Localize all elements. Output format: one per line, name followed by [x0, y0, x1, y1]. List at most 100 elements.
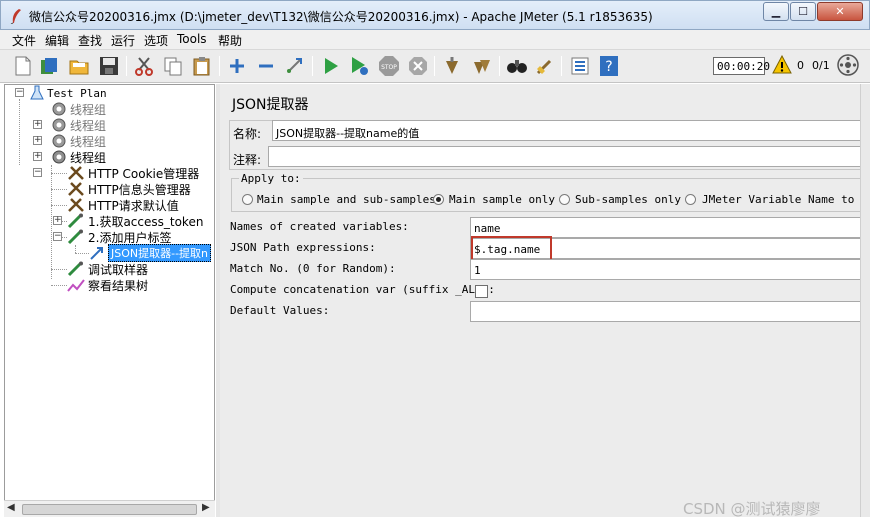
new-button[interactable]: [12, 55, 34, 77]
clear-all-icon: [474, 60, 490, 74]
tree-node-http-defaults[interactable]: HTTP请求默认值: [67, 197, 179, 213]
templates-button[interactable]: [38, 55, 60, 77]
save-button[interactable]: [98, 55, 120, 77]
name-input[interactable]: JSON提取器--提取name的值: [272, 120, 870, 141]
match-no-input[interactable]: 1: [470, 259, 870, 280]
paste-button[interactable]: [191, 55, 213, 77]
active-threads-count: 0/1: [812, 59, 830, 72]
tree-expand-toggle[interactable]: +: [33, 136, 42, 145]
tree-collapse-toggle[interactable]: −: [53, 232, 62, 241]
var-names-input[interactable]: name: [470, 217, 870, 238]
clear-all-button[interactable]: [471, 55, 493, 77]
menu-file[interactable]: 文件: [12, 32, 36, 49]
stop-button[interactable]: STOP: [378, 55, 400, 77]
minimize-icon: ▁: [771, 5, 781, 18]
open-button[interactable]: [68, 55, 90, 77]
radio-sub-only-label: Sub-samples only: [575, 193, 681, 206]
menu-run[interactable]: 运行: [111, 32, 135, 49]
help-button[interactable]: ?: [598, 55, 620, 77]
concat-checkbox[interactable]: [475, 285, 488, 298]
concat-label: Compute concatenation var (suffix _ALL):: [230, 283, 495, 296]
help-icon: ?: [600, 56, 618, 76]
gear-icon: [52, 102, 66, 116]
tree-expand-toggle[interactable]: +: [53, 216, 62, 225]
close-button[interactable]: ✕: [817, 2, 863, 21]
pipette-icon: [67, 213, 83, 229]
toolbar-separator: [561, 56, 562, 76]
start-no-pause-button[interactable]: [349, 55, 371, 77]
menu-options[interactable]: 选项: [144, 32, 168, 49]
maximize-icon: ☐: [798, 5, 808, 18]
tree-node-thread-group[interactable]: 线程组: [51, 117, 106, 133]
cut-button[interactable]: [133, 55, 155, 77]
cut-icon: [135, 57, 153, 76]
tree-node-test-plan[interactable]: Test Plan: [30, 85, 107, 101]
radio-sub-only[interactable]: [559, 194, 570, 205]
default-values-label: Default Values:: [230, 304, 330, 317]
remote-threads-icon[interactable]: [837, 54, 859, 76]
tree-connector: [51, 189, 67, 190]
tree-collapse-toggle[interactable]: −: [15, 88, 24, 97]
tree-horizontal-scrollbar[interactable]: ◀ ▶: [4, 500, 215, 517]
tree-node-cookie-manager[interactable]: HTTP Cookie管理器: [67, 165, 199, 181]
default-values-input[interactable]: [470, 301, 870, 322]
json-path-label: JSON Path expressions:: [230, 241, 376, 254]
tree-node-thread-group[interactable]: 线程组: [51, 133, 106, 149]
window-title: 微信公众号20200316.jmx (D:\jmeter_dev\T132\微信…: [29, 10, 653, 24]
gear-icon: [52, 134, 66, 148]
tree-expand-toggle[interactable]: +: [33, 120, 42, 129]
search-button[interactable]: [506, 55, 528, 77]
toggle-icon: [287, 58, 302, 73]
radio-main-only[interactable]: [433, 194, 444, 205]
gear-icon: [52, 118, 66, 132]
copy-icon: [164, 57, 182, 76]
clear-icon: [446, 57, 458, 74]
toggle-button[interactable]: [284, 55, 306, 77]
warning-icon[interactable]: [772, 55, 792, 75]
tree-connector: [75, 245, 76, 253]
tree-node-thread-group-active[interactable]: 线程组: [51, 149, 106, 165]
comment-label: 注释:: [233, 153, 262, 167]
arrow-icon: [90, 247, 103, 260]
minimize-button[interactable]: ▁: [763, 2, 789, 21]
radio-main-and-sub-label: Main sample and sub-samples: [257, 193, 436, 206]
tree-collapse-toggle[interactable]: −: [33, 168, 42, 177]
shutdown-button[interactable]: [407, 55, 429, 77]
menu-tools[interactable]: Tools: [177, 32, 207, 46]
search-icon: [507, 60, 527, 73]
scroll-right-icon[interactable]: ▶: [202, 502, 210, 513]
tree-node-thread-group[interactable]: 线程组: [51, 101, 106, 117]
expand-button[interactable]: [226, 55, 248, 77]
tree-node-add-user-tag[interactable]: 2.添加用户标签: [67, 229, 171, 245]
tree-node-get-access-token[interactable]: 1.获取access_token: [67, 213, 203, 229]
tools-icon: [68, 182, 84, 196]
start-no-pause-icon: [352, 57, 368, 75]
maximize-button[interactable]: ☐: [790, 2, 816, 21]
tree-node-header-manager[interactable]: HTTP信息头管理器: [67, 181, 191, 197]
tree-node-json-extractor[interactable]: JSON提取器--提取n: [89, 244, 212, 262]
stop-icon: STOP: [379, 56, 399, 76]
comment-input[interactable]: [268, 146, 870, 167]
clear-button[interactable]: [442, 55, 464, 77]
panel-heading: JSON提取器: [232, 97, 309, 113]
scrollbar-thumb[interactable]: [22, 504, 197, 515]
function-helper-button[interactable]: [569, 55, 591, 77]
tree-node-view-results-tree[interactable]: 察看结果树: [67, 277, 148, 293]
gear-icon: [52, 150, 66, 164]
start-button[interactable]: [320, 55, 342, 77]
scroll-left-icon[interactable]: ◀: [7, 502, 15, 513]
panel-vertical-scrollbar[interactable]: [860, 84, 870, 517]
radio-jmeter-variable[interactable]: [685, 194, 696, 205]
collapse-button[interactable]: [255, 55, 277, 77]
tree-expand-toggle[interactable]: +: [33, 152, 42, 161]
menu-search[interactable]: 查找: [78, 32, 102, 49]
radio-main-and-sub[interactable]: [242, 194, 253, 205]
svg-text:?: ?: [605, 59, 612, 75]
reset-search-icon: [536, 59, 552, 75]
menu-help[interactable]: 帮助: [218, 32, 242, 49]
test-plan-tree[interactable]: − Test Plan + 线程组 + 线程组 + 线程组 − 线程组 HTTP…: [4, 84, 215, 517]
copy-button[interactable]: [162, 55, 184, 77]
tree-node-debug-sampler[interactable]: 调试取样器: [67, 261, 148, 277]
reset-search-button[interactable]: [534, 55, 556, 77]
menu-edit[interactable]: 编辑: [45, 32, 69, 49]
